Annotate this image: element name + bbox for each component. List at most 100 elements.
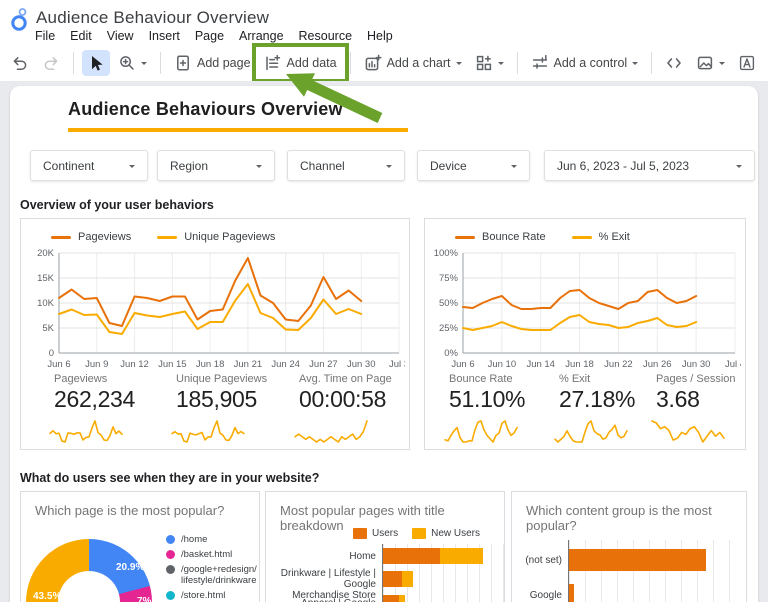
section-behaviors-label: Overview of your user behaviors (20, 198, 214, 212)
bar-1 (569, 549, 743, 571)
popular-pages-donut-card[interactable]: Which page is the most popular? 20.9% 43.… (20, 491, 260, 602)
svg-text:25%: 25% (439, 323, 459, 334)
undo-icon (11, 54, 29, 72)
svg-text:75%: 75% (439, 273, 459, 284)
svg-text:5K: 5K (42, 323, 54, 334)
report-page[interactable]: Audience Behaviours Overview Continent Re… (10, 86, 758, 602)
menu-file[interactable]: File (35, 29, 55, 43)
legend-swatch (51, 235, 71, 239)
insert-text-button[interactable] (733, 50, 761, 76)
legend-label: /store.html (181, 590, 226, 601)
bar-segment (383, 595, 399, 602)
add-chart-button[interactable]: Add a chart (359, 50, 467, 76)
scorecard-pageviews[interactable]: Pageviews 262,234 (49, 373, 172, 445)
filter-control-4[interactable]: Device (417, 150, 530, 181)
scorecard-avg-time-on-page[interactable]: Avg. Time on Page 00:00:58 (294, 373, 417, 445)
insert-line-button[interactable] (764, 50, 768, 76)
legend-item: Bounce Rate (455, 231, 546, 243)
chart-legend: Pageviews Unique Pageviews (51, 231, 275, 243)
legend-item: Pageviews (51, 231, 131, 243)
filter-label: Region (170, 158, 209, 173)
looker-studio-logo (11, 8, 27, 31)
zoom-icon (118, 54, 136, 72)
pageviews-line-chart: 0 5K 10K 15K 20K Jun 6 Jun 9 Jun 12 Jun 15 Jun 18… (37, 248, 405, 370)
scorecard-pages-session[interactable]: Pages / Session 3.68 (651, 373, 758, 445)
slice-percent-label: 43.5% (33, 591, 62, 602)
section-website-label: What do users see when they are in your … (20, 471, 320, 485)
add-data-button[interactable]: Add data (259, 50, 342, 76)
undo-button[interactable] (6, 50, 34, 76)
chevron-down-icon (256, 164, 262, 171)
menu-view[interactable]: View (107, 29, 134, 43)
pageviews-chart-card[interactable]: Pageviews Unique Pageviews 0 5K 10K 15K 20K Ju… (20, 218, 410, 450)
legend-item: % Exit (571, 231, 630, 243)
filter-control-5[interactable]: Jun 6, 2023 - Jul 5, 2023 (544, 150, 755, 181)
scorecard-label: Pages / Session (656, 373, 736, 385)
filter-control-1[interactable]: Continent (30, 150, 148, 181)
bar-segment (569, 549, 707, 571)
bar-segment (383, 571, 402, 587)
svg-text:Jul 3: Jul 3 (389, 359, 405, 370)
menu-help[interactable]: Help (367, 29, 393, 43)
legend-item: /home (166, 534, 257, 545)
chevron-down-icon (719, 61, 726, 68)
content-group-bars-card[interactable]: Which content group is the most popular?… (511, 491, 747, 602)
menu-insert[interactable]: Insert (149, 29, 180, 43)
cursor-icon (87, 54, 105, 72)
add-chart-label: Add a chart (386, 55, 451, 70)
code-icon (665, 54, 683, 72)
bounce-chart-card[interactable]: Bounce Rate % Exit 0% 25% 50% 75% 100% Jun 6 Ju… (424, 218, 746, 450)
svg-text:Jun 14: Jun 14 (526, 359, 555, 370)
legend-label: New Users (431, 528, 480, 539)
scorecard-label: Pageviews (54, 373, 108, 385)
add-page-button[interactable]: Add page (169, 50, 256, 76)
menu-bar: File Edit View Insert Page Arrange Resource Hel… (35, 29, 393, 43)
svg-text:Jun 26: Jun 26 (643, 359, 672, 370)
legend-swatch (166, 534, 175, 544)
filter-control-3[interactable]: Channel (287, 150, 405, 181)
scorecard-label: Unique Pageviews (176, 373, 268, 385)
redo-button[interactable] (37, 50, 65, 76)
community-visualizations-button[interactable] (470, 50, 509, 76)
svg-text:50%: 50% (439, 298, 459, 309)
pages-title-bars-card[interactable]: Most popular pages with title breakdown … (265, 491, 505, 602)
toolbar-separator (516, 51, 518, 74)
legend-label: Bounce Rate (482, 231, 546, 243)
insert-image-button[interactable] (691, 50, 730, 76)
svg-text:Jun 6: Jun 6 (47, 359, 70, 370)
menu-arrange[interactable]: Arrange (239, 29, 283, 43)
legend-item: New Users (412, 528, 480, 539)
scorecard-bounce-rate[interactable]: Bounce Rate 51.10% (444, 373, 567, 445)
embed-code-button[interactable] (660, 50, 688, 76)
svg-text:Jun 27: Jun 27 (309, 359, 338, 370)
chart-title: Which content group is the most popular? (526, 503, 712, 533)
bar-1 (383, 548, 505, 564)
report-name[interactable]: Audience Behaviour Overview (36, 8, 269, 28)
select-tool-button[interactable] (82, 49, 110, 76)
scorecard-value: 00:00:58 (299, 386, 387, 412)
legend-swatch (455, 235, 475, 239)
bar-category-label: Google (529, 590, 562, 601)
add-control-button[interactable]: Add a control (526, 50, 644, 76)
bar-category-label: Apparel | Google Merchandise (268, 598, 376, 602)
svg-text:Jun 24: Jun 24 (271, 359, 300, 370)
menu-resource[interactable]: Resource (299, 29, 353, 43)
legend-swatch (412, 528, 427, 539)
bar-2 (569, 584, 743, 602)
legend-item: Users (352, 528, 398, 539)
bar-3 (383, 595, 505, 602)
menu-edit[interactable]: Edit (70, 29, 92, 43)
menu-page[interactable]: Page (195, 29, 224, 43)
svg-text:Jun 21: Jun 21 (234, 359, 263, 370)
svg-text:0: 0 (49, 348, 54, 359)
scorecard-unique-pageviews[interactable]: Unique Pageviews 185,905 (171, 373, 294, 445)
zoom-tool-button[interactable] (113, 50, 152, 76)
sparkline (294, 420, 368, 443)
bar-segment (383, 548, 441, 564)
add-page-label: Add page (197, 55, 251, 70)
looker-studio-window: Audience Behaviour Overview File Edit View… (0, 0, 768, 602)
sparkline (171, 420, 245, 443)
svg-text:15K: 15K (37, 273, 55, 284)
legend-item: /basket.html (166, 549, 257, 560)
filter-control-2[interactable]: Region (157, 150, 275, 181)
